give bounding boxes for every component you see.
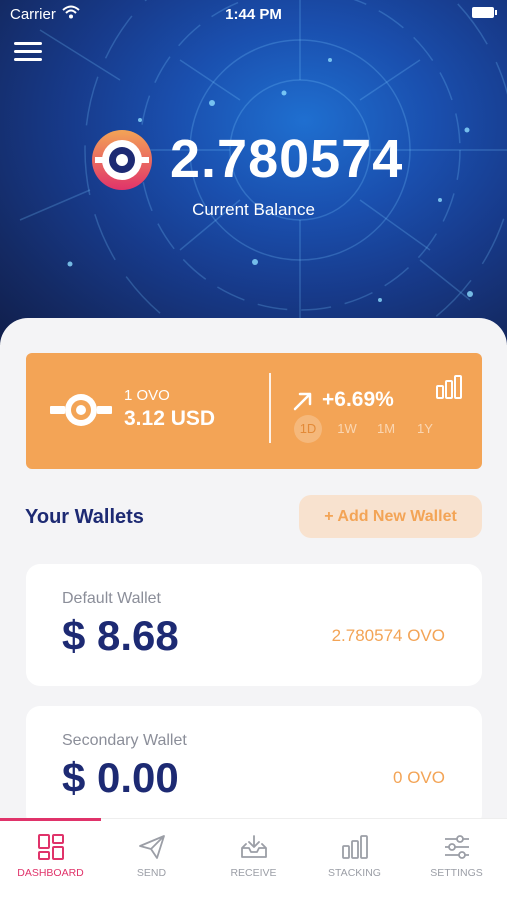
- hamburger-line: [14, 50, 42, 53]
- current-balance-value: 2.780574: [170, 129, 404, 189]
- stacking-icon: [341, 835, 368, 859]
- menu-button[interactable]: [14, 42, 42, 64]
- price-change: +6.69%: [322, 388, 394, 411]
- ovo-coin-logo: [92, 130, 152, 190]
- wallet-card-default[interactable]: Default Wallet $ 8.68 2.780574 OVO: [26, 564, 482, 686]
- wallet-usd-balance: $ 8.68: [62, 612, 179, 659]
- hamburger-line: [14, 42, 42, 45]
- trend-up-arrow-icon: [293, 392, 312, 411]
- range-1d[interactable]: 1D: [294, 415, 322, 443]
- header-background: Carrier 1:44 PM 2.780574 Current Balance: [0, 0, 507, 345]
- current-balance-label-text: Current Balance: [192, 200, 315, 219]
- bar-chart-icon[interactable]: [436, 375, 462, 399]
- price-card: 1 OVO 3.12 USD +6.69% 1D 1W 1M 1Y: [26, 353, 482, 469]
- send-icon: [138, 835, 165, 859]
- coin-amount: 1 OVO: [124, 387, 170, 404]
- tab-dashboard[interactable]: DASHBOARD: [0, 818, 101, 901]
- dashboard-icon: [37, 834, 64, 860]
- bottom-tab-bar: DASHBOARD SEND RECEIVE STACKING SETTINGS: [0, 818, 507, 901]
- hamburger-line: [14, 58, 42, 61]
- usd-value: 3.12 USD: [124, 407, 216, 430]
- wallet-ovo-balance: 0 OVO: [393, 768, 445, 787]
- tab-settings[interactable]: SETTINGS: [406, 819, 507, 901]
- status-bar: Carrier 1:44 PM: [0, 0, 507, 28]
- receive-icon: [240, 835, 267, 858]
- wallet-ovo-balance: 2.780574 OVO: [331, 626, 445, 645]
- range-1m[interactable]: 1M: [372, 415, 400, 443]
- tab-label: SETTINGS: [430, 867, 483, 879]
- tab-send[interactable]: SEND: [101, 819, 202, 901]
- tab-label: RECEIVE: [230, 867, 277, 879]
- current-balance-label: Current Balance: [0, 200, 507, 220]
- card-divider: [269, 373, 271, 443]
- status-time: 1:44 PM: [225, 6, 282, 23]
- wallet-name: Default Wallet: [62, 590, 161, 607]
- wallet-usd-balance: $ 0.00: [62, 754, 179, 801]
- add-new-wallet-button[interactable]: + Add New Wallet: [299, 495, 482, 538]
- tab-label: STACKING: [328, 867, 381, 879]
- range-1y[interactable]: 1Y: [411, 415, 439, 443]
- wallet-card-secondary[interactable]: Secondary Wallet $ 0.00 0 OVO: [26, 706, 482, 828]
- tab-label: DASHBOARD: [17, 867, 84, 879]
- wallet-name: Secondary Wallet: [62, 732, 187, 749]
- tab-stacking[interactable]: STACKING: [304, 819, 405, 901]
- ovo-coin-icon: [50, 394, 112, 426]
- battery-icon: [472, 7, 497, 18]
- wallets-title: Your Wallets: [25, 506, 144, 528]
- tab-label: SEND: [136, 867, 167, 879]
- time-range-selector: 1D 1W 1M 1Y: [294, 415, 450, 443]
- tab-receive[interactable]: RECEIVE: [203, 819, 304, 901]
- range-1w[interactable]: 1W: [333, 415, 361, 443]
- settings-icon: [444, 835, 469, 859]
